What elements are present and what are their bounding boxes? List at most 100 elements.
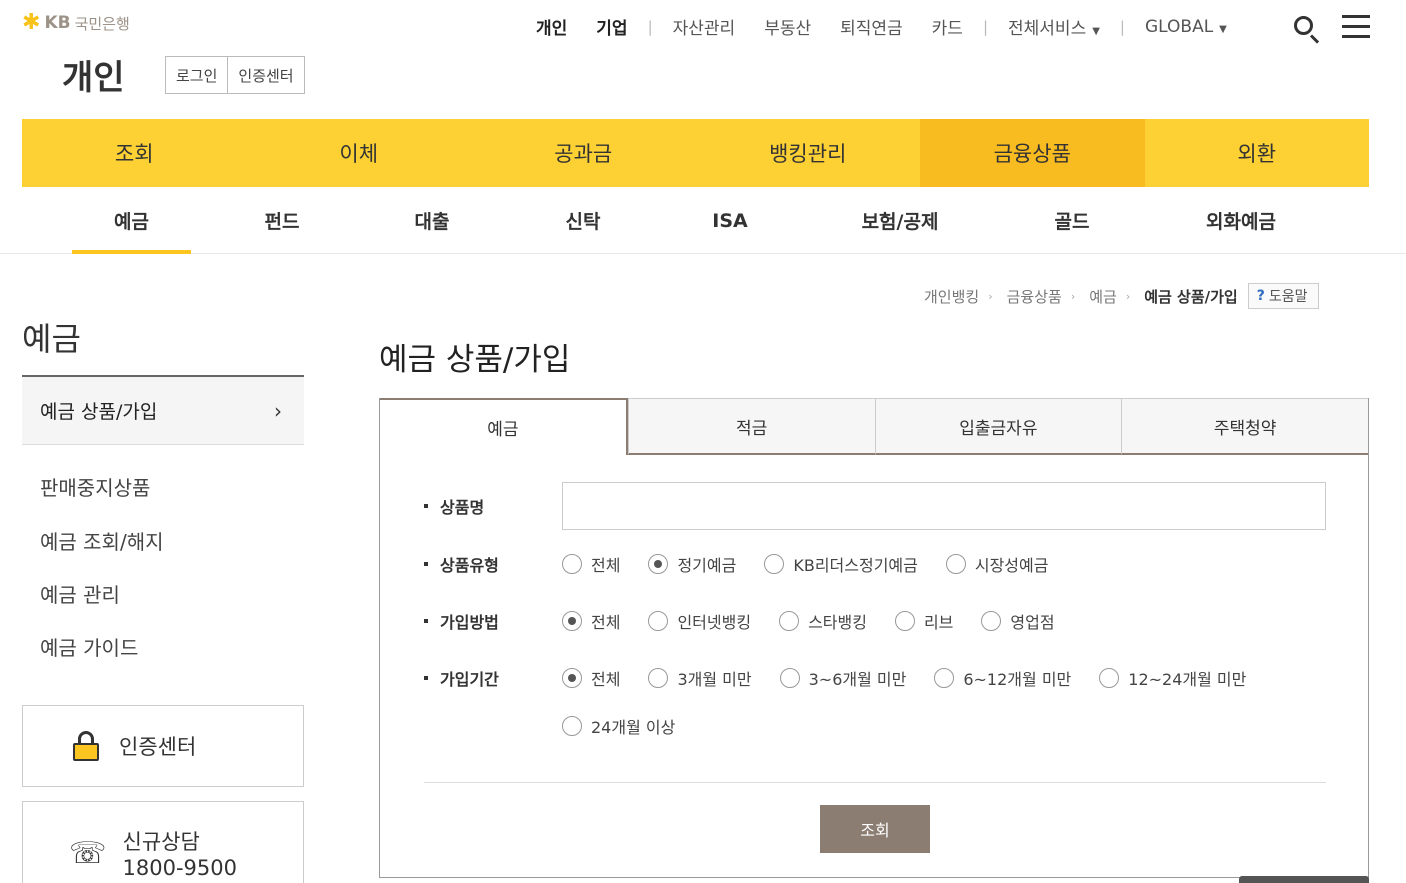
hamburger-menu-icon[interactable] <box>1342 15 1370 39</box>
topnav-all-services[interactable]: 전체서비스 ▼ <box>1008 14 1100 39</box>
radio-product-type-market[interactable]: 시장성예금 <box>945 552 1048 576</box>
mainnav-foreign-exchange[interactable]: 외환 <box>1145 119 1370 187</box>
search-icon[interactable] <box>1294 16 1320 44</box>
consult-box[interactable]: ☏ 신규상담 1800-9500 <box>22 801 304 883</box>
topnav-card[interactable]: 카드 <box>932 14 963 39</box>
sidebar-item-discontinued[interactable]: 판매중지상품 <box>40 472 150 501</box>
radio-circle <box>945 554 966 574</box>
product-type-radios: 전체 정기예금 KB리더스정기예금 시장성예금 <box>562 552 1076 576</box>
subnav-fx-deposit[interactable]: 외화예금 <box>1181 187 1301 254</box>
breadcrumb-item[interactable]: 개인뱅킹 <box>924 286 979 307</box>
cert-center-button[interactable]: 인증센터 <box>227 57 304 93</box>
subnav-insurance[interactable]: 보험/공제 <box>840 187 960 254</box>
sidebar-title: 예금 <box>22 320 81 358</box>
tab-installment[interactable]: 적금 <box>627 398 875 455</box>
all-services-label: 전체서비스 <box>1008 19 1087 39</box>
topnav-asset[interactable]: 자산관리 <box>673 14 736 39</box>
radio-join-method-all[interactable]: 전체 <box>562 609 620 633</box>
mainnav-financial-products[interactable]: 금융상품 <box>920 119 1145 187</box>
radio-product-type-all[interactable]: 전체 <box>562 552 620 576</box>
caret-down-icon: ▼ <box>1092 26 1100 37</box>
radio-circle <box>1099 668 1120 688</box>
topnav-pension[interactable]: 퇴직연금 <box>840 14 903 39</box>
login-button[interactable]: 로그인 <box>166 57 228 93</box>
radio-product-type-fixed[interactable]: 정기예금 <box>648 552 736 576</box>
subnav-loan[interactable]: 대출 <box>382 187 482 254</box>
radio-circle <box>779 611 800 631</box>
search-panel: 예금 적금 입출금자유 주택청약 상품명 상품유형 전체 정기예금 KB리더스정… <box>379 398 1369 878</box>
consult-phone: 1800-9500 <box>122 856 237 880</box>
radio-circle <box>648 611 669 631</box>
kb-logo[interactable]: ✱ KB 국민은행 <box>22 12 130 34</box>
subnav-trust[interactable]: 신탁 <box>533 187 633 254</box>
breadcrumb: 개인뱅킹 › 금융상품 › 예금 › 예금 상품/가입 ? 도움말 <box>924 283 1319 309</box>
product-name-label: 상품명 <box>424 494 562 518</box>
mainnav-inquiry[interactable]: 조회 <box>22 119 247 187</box>
topnav-corporate[interactable]: 기업 <box>596 14 627 39</box>
phone-icon: ☏ <box>69 836 107 871</box>
sidebar-item-active[interactable]: 예금 상품/가입 › <box>22 375 304 445</box>
topnav-personal[interactable]: 개인 <box>536 14 567 39</box>
mainnav-transfer[interactable]: 이체 <box>247 119 472 187</box>
search-submit-button[interactable]: 조회 <box>820 805 930 853</box>
radio-circle <box>934 668 955 688</box>
join-period-label: 가입기간 <box>424 666 562 690</box>
radio-circle <box>648 554 669 574</box>
subnav-deposit[interactable]: 예금 <box>72 187 191 254</box>
topnav-global[interactable]: GLOBAL ▼ <box>1145 17 1227 37</box>
subnav-isa[interactable]: ISA <box>680 187 780 254</box>
radio-join-period-3to6[interactable]: 3~6개월 미만 <box>779 666 906 690</box>
product-type-row: 상품유형 전체 정기예금 KB리더스정기예금 시장성예금 <box>424 552 1076 576</box>
sidebar-item-inquiry[interactable]: 예금 조회/해지 <box>40 526 164 555</box>
breadcrumb-item[interactable]: 금융상품 <box>1007 286 1062 307</box>
logo-mark: KB <box>44 13 71 33</box>
chevron-right-icon: › <box>988 289 993 303</box>
mainnav-banking-mgmt[interactable]: 뱅킹관리 <box>696 119 921 187</box>
radio-circle <box>779 668 800 688</box>
logo-text: 국민은행 <box>74 14 130 33</box>
subnav-gold[interactable]: 골드 <box>1022 187 1122 254</box>
tab-demand-deposit[interactable]: 입출금자유 <box>874 398 1122 455</box>
cert-center-box[interactable]: 인증센터 <box>22 705 304 787</box>
cert-center-label: 인증센터 <box>119 735 197 759</box>
radio-product-type-kb-leaders[interactable]: KB리더스정기예금 <box>764 552 918 576</box>
join-period-radios: 전체 3개월 미만 3~6개월 미만 6~12개월 미만 12~24개월 미만 … <box>562 666 1322 738</box>
login-group: 로그인 인증센터 <box>165 56 305 94</box>
radio-join-method-liiv[interactable]: 리브 <box>894 609 953 633</box>
radio-circle <box>764 554 785 574</box>
radio-join-method-starbanking[interactable]: 스타뱅킹 <box>779 609 867 633</box>
sidebar-active-label: 예금 상품/가입 <box>40 401 158 423</box>
sidebar-item-guide[interactable]: 예금 가이드 <box>40 632 138 661</box>
breadcrumb-item[interactable]: 예금 <box>1089 286 1117 307</box>
radio-circle <box>648 668 669 688</box>
floating-bar-stub <box>1239 876 1369 883</box>
chevron-right-icon: › <box>274 398 282 423</box>
breadcrumb-current: 예금 상품/가입 <box>1144 287 1238 306</box>
product-name-input[interactable] <box>562 482 1326 530</box>
radio-join-period-all[interactable]: 전체 <box>562 666 620 690</box>
product-type-label: 상품유형 <box>424 552 562 576</box>
tab-housing-subscription[interactable]: 주택청약 <box>1121 398 1368 455</box>
sidebar-item-manage[interactable]: 예금 관리 <box>40 579 120 608</box>
radio-join-period-under3[interactable]: 3개월 미만 <box>648 666 752 690</box>
help-button[interactable]: ? 도움말 <box>1247 283 1319 309</box>
radio-join-method-internet[interactable]: 인터넷뱅킹 <box>648 609 751 633</box>
radio-join-period-12to24[interactable]: 12~24개월 미만 <box>1099 666 1246 690</box>
radio-circle <box>562 668 582 688</box>
radio-join-period-over24[interactable]: 24개월 이상 <box>562 714 675 738</box>
product-name-row: 상품명 <box>424 482 1326 530</box>
caret-down-icon: ▼ <box>1219 23 1227 35</box>
join-method-row: 가입방법 전체 인터넷뱅킹 스타뱅킹 리브 영업점 <box>424 609 1083 633</box>
topnav-divider: | <box>1119 17 1125 36</box>
tab-deposit[interactable]: 예금 <box>380 398 628 455</box>
radio-join-period-6to12[interactable]: 6~12개월 미만 <box>934 666 1071 690</box>
topnav-divider: | <box>982 17 989 36</box>
subnav-fund[interactable]: 펀드 <box>232 187 332 254</box>
top-nav: 개인 기업 | 자산관리 부동산 퇴직연금 카드 | 전체서비스 ▼ | GLOB… <box>536 14 1256 40</box>
radio-circle <box>562 554 582 574</box>
topnav-realestate[interactable]: 부동산 <box>764 14 811 39</box>
radio-circle <box>894 611 915 631</box>
mainnav-utility[interactable]: 공과금 <box>471 119 696 187</box>
page-title: 예금 상품/가입 <box>379 342 571 378</box>
radio-join-method-branch[interactable]: 영업점 <box>981 609 1055 633</box>
